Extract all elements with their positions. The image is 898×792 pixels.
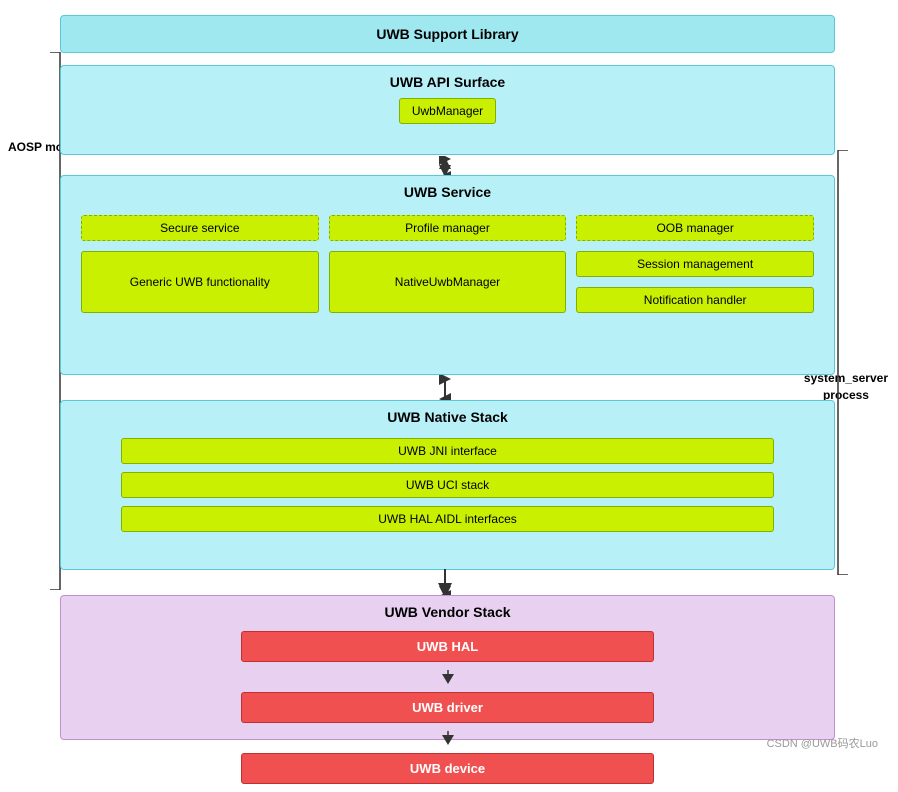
vendor-components: UWB HAL UWB driver UWB device [61, 623, 834, 792]
api-components: UwbManager [61, 98, 834, 124]
diagram-wrapper: AOSP module system_server process UWB Su… [0, 0, 898, 761]
support-title: UWB Support Library [376, 26, 518, 42]
uwb-driver-box: UWB driver [241, 692, 654, 723]
notification-handler-box: Notification handler [576, 287, 814, 313]
generic-uwb-box: Generic UWB functionality [81, 251, 319, 313]
native-title: UWB Native Stack [61, 409, 834, 425]
native-uwb-manager-box: NativeUwbManager [329, 251, 567, 313]
oob-manager-box: OOB manager [576, 215, 814, 241]
uwb-device-box: UWB device [241, 753, 654, 784]
uwb-manager-box: UwbManager [399, 98, 496, 124]
profile-manager-box: Profile manager [329, 215, 567, 241]
layer-vendor: UWB Vendor Stack UWB HAL UWB driver UWB … [60, 595, 835, 740]
service-title: UWB Service [61, 184, 834, 200]
uci-stack-box: UWB UCI stack [121, 472, 774, 498]
uwb-hal-box: UWB HAL [241, 631, 654, 662]
watermark: CSDN @UWB码农Luo [767, 735, 878, 751]
hal-aidl-box: UWB HAL AIDL interfaces [121, 506, 774, 532]
vendor-title: UWB Vendor Stack [61, 604, 834, 620]
layer-support: UWB Support Library [60, 15, 835, 53]
right-bracket [836, 150, 852, 575]
layer-native: UWB Native Stack UWB JNI interface UWB U… [60, 400, 835, 570]
secure-service-box: Secure service [81, 215, 319, 241]
double-arrow-service-native [422, 375, 468, 403]
layer-service: UWB Service Secure service Profile manag… [60, 175, 835, 375]
vendor-arrow2 [438, 731, 458, 745]
api-title: UWB API Surface [61, 74, 834, 90]
vendor-arrow1 [438, 670, 458, 684]
jni-interface-box: UWB JNI interface [121, 438, 774, 464]
service-row1: Secure service Profile manager OOB manag… [61, 205, 834, 323]
layer-api: UWB API Surface UwbManager [60, 65, 835, 155]
native-components: UWB JNI interface UWB UCI stack UWB HAL … [61, 428, 834, 542]
session-management-box: Session management [576, 251, 814, 277]
right-col: Session management Notification handler [576, 251, 814, 313]
